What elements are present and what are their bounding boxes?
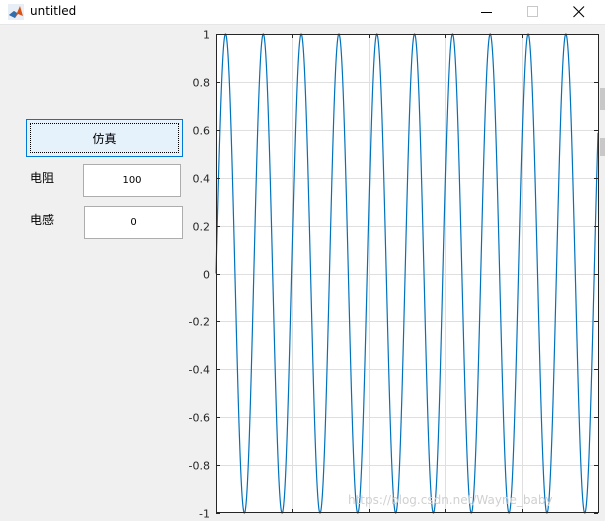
watermark-text: https://blog.csdn.net/Wayne_baby [348, 493, 553, 507]
y-tick-label: 1 [203, 29, 210, 42]
scrollbar-fragment [600, 88, 605, 110]
y-tick-label: -0.8 [189, 460, 210, 473]
y-tick-label: 0.6 [193, 125, 211, 138]
y-tick-label: -0.2 [189, 316, 210, 329]
y-tick-label: 0.2 [193, 221, 211, 234]
y-tick-label: -0.4 [189, 364, 210, 377]
scrollbar-fragment [600, 138, 605, 156]
plot-area-background [216, 34, 599, 513]
y-tick-label: 0.4 [193, 173, 211, 186]
y-tick-label: 0 [203, 269, 210, 282]
plot-axes[interactable]: 1 0.8 0.6 0.4 0.2 0 -0.2 -0.4 -0.6 -0.8 -1 https:/… [0, 0, 605, 521]
y-tick-label: -1 [199, 508, 210, 521]
y-tick-label: 0.8 [193, 77, 211, 90]
y-tick-label: -0.6 [189, 412, 210, 425]
